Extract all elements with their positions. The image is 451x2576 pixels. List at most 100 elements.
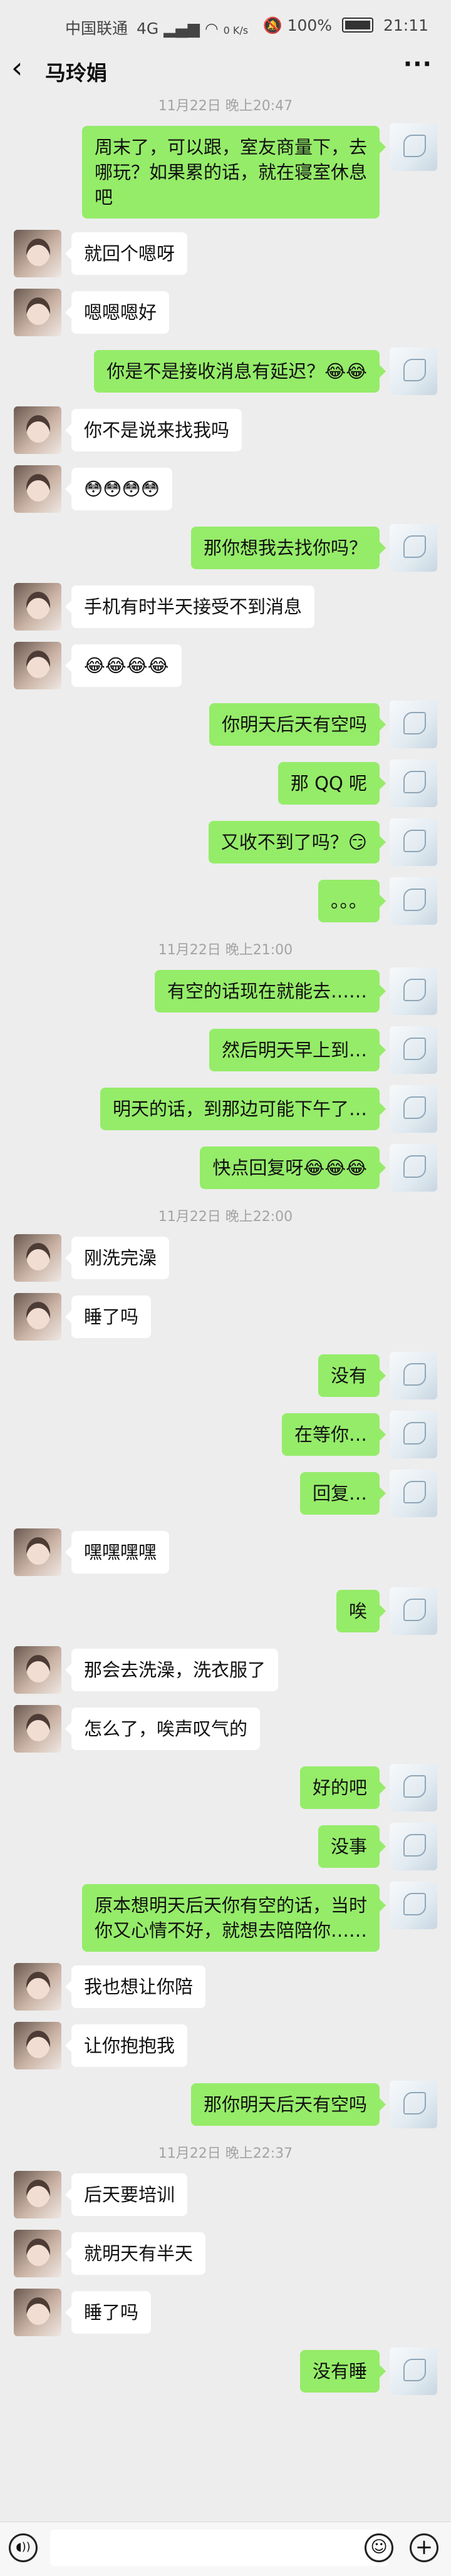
- status-bar: 中国联通 4G ▂▄▆ ◠ 0 K/s 🔕 100% 21:11: [0, 0, 451, 50]
- message-bubble[interactable]: 没有: [318, 1354, 386, 1397]
- contact-avatar[interactable]: [14, 583, 61, 631]
- message-bubble[interactable]: 那你明天后天有空吗: [190, 2083, 386, 2126]
- message-text: 刚洗完澡: [84, 1247, 157, 1269]
- message-row: 好的吧: [0, 1763, 451, 1819]
- message-bubble[interactable]: 你是不是接收消息有延迟？😂😂: [94, 350, 386, 393]
- message-row: 让你抱抱我: [0, 2021, 451, 2077]
- my-avatar[interactable]: [390, 701, 437, 748]
- message-bubble[interactable]: 嗯嗯嗯好: [65, 291, 170, 334]
- message-row: 睡了吗: [0, 1292, 451, 1348]
- contact-avatar[interactable]: [14, 1963, 61, 2011]
- contact-avatar[interactable]: [14, 406, 61, 454]
- message-bubble[interactable]: 没有睡: [299, 2350, 386, 2393]
- back-icon[interactable]: ‹: [11, 53, 23, 83]
- message-row: 😳😳😳😳: [0, 464, 451, 520]
- contact-avatar[interactable]: [14, 1234, 61, 1282]
- message-bubble[interactable]: 后天要培训: [65, 2173, 188, 2216]
- message-text: 原本想明天后天你有空的话，当时: [94, 1895, 367, 1916]
- message-bubble[interactable]: 睡了吗: [65, 2291, 152, 2334]
- message-text: 然后明天早上到…: [221, 1039, 367, 1061]
- message-text: 嗯嗯嗯好: [84, 302, 157, 323]
- mute-icon: 🔕: [262, 16, 283, 34]
- message-bubble[interactable]: 那会去洗澡，洗衣服了: [65, 1649, 279, 1691]
- message-bubble[interactable]: 唉: [336, 1590, 386, 1632]
- message-bubble[interactable]: 我也想让你陪: [65, 1965, 206, 2008]
- message-text: 嘿嘿嘿嘿: [84, 1542, 157, 1563]
- message-bubble[interactable]: 让你抱抱我: [65, 2024, 188, 2067]
- my-avatar[interactable]: [390, 967, 437, 1015]
- message-bubble[interactable]: 😂😂😂😂: [65, 644, 182, 687]
- my-avatar[interactable]: [390, 1411, 437, 1458]
- contact-avatar[interactable]: [14, 1528, 61, 1576]
- message-bubble[interactable]: 没事: [318, 1825, 386, 1868]
- message-bubble[interactable]: 😳😳😳😳: [65, 468, 172, 510]
- my-avatar[interactable]: [390, 123, 437, 171]
- message-bubble[interactable]: 就明天有半天: [65, 2232, 206, 2275]
- my-avatar[interactable]: [390, 1085, 437, 1133]
- message-bubble[interactable]: 那 QQ 呢: [277, 762, 386, 805]
- message-bubble[interactable]: 有空的话现在就能去……: [154, 970, 386, 1012]
- my-avatar[interactable]: [390, 1882, 437, 1929]
- message-bubble[interactable]: 回复…: [299, 1472, 386, 1515]
- message-list[interactable]: 11月22日 晚上20:47 周末了，可以跟，室友商量下，去 哪玩？如果累的话，就在…: [0, 91, 451, 2405]
- my-avatar[interactable]: [390, 1144, 437, 1192]
- more-options-icon[interactable]: ···: [403, 50, 432, 78]
- voice-icon[interactable]: ◖)): [9, 2533, 38, 2562]
- my-avatar[interactable]: [390, 877, 437, 925]
- message-row: 又收不到了吗？😏: [0, 817, 451, 873]
- message-bubble[interactable]: 然后明天早上到…: [209, 1029, 386, 1071]
- message-row: 那你想我去找你吗？: [0, 523, 451, 579]
- my-avatar[interactable]: [390, 2347, 437, 2395]
- message-row: 怎么了，唉声叹气的: [0, 1704, 451, 1760]
- message-bubble[interactable]: 原本想明天后天你有空的话，当时 你又心情不好，就想去陪陪你……: [81, 1884, 386, 1952]
- my-avatar[interactable]: [390, 1764, 437, 1811]
- message-bubble[interactable]: 你明天后天有空吗: [209, 703, 386, 746]
- my-avatar[interactable]: [390, 760, 437, 807]
- message-bubble[interactable]: 在等你…: [281, 1413, 386, 1456]
- contact-avatar[interactable]: [14, 2289, 61, 2336]
- my-avatar[interactable]: [390, 1587, 437, 1635]
- message-bubble[interactable]: 周末了，可以跟，室友商量下，去 哪玩？如果累的话，就在寝室休息吧: [81, 126, 386, 219]
- my-avatar[interactable]: [390, 818, 437, 866]
- my-avatar[interactable]: [390, 524, 437, 572]
- chat-header: ‹ 马玲娟 ···: [0, 50, 451, 89]
- message-bubble[interactable]: 刚洗完澡: [65, 1237, 170, 1279]
- message-row: 快点回复呀😂😂😂: [0, 1143, 451, 1199]
- contact-avatar[interactable]: [14, 642, 61, 689]
- contact-avatar[interactable]: [14, 1293, 61, 1341]
- my-avatar[interactable]: [390, 1352, 437, 1399]
- message-bubble[interactable]: 嘿嘿嘿嘿: [65, 1531, 170, 1574]
- message-bubble[interactable]: 怎么了，唉声叹气的: [65, 1708, 261, 1750]
- message-bubble[interactable]: 。。。: [318, 880, 386, 922]
- contact-avatar[interactable]: [14, 230, 61, 277]
- my-avatar[interactable]: [390, 1026, 437, 1074]
- message-bubble[interactable]: 明天的话，到那边可能下午了…: [100, 1088, 386, 1130]
- message-bubble[interactable]: 手机有时半天接受不到消息: [65, 585, 315, 628]
- contact-avatar[interactable]: [14, 1646, 61, 1694]
- message-bubble[interactable]: 快点回复呀😂😂😂: [200, 1146, 386, 1189]
- my-avatar[interactable]: [390, 2081, 437, 2128]
- message-bubble[interactable]: 你不是说来找我吗: [65, 409, 242, 451]
- contact-avatar[interactable]: [14, 289, 61, 336]
- contact-avatar[interactable]: [14, 2022, 61, 2069]
- contact-avatar[interactable]: [14, 1705, 61, 1753]
- contact-avatar[interactable]: [14, 465, 61, 513]
- message-bubble[interactable]: 就回个嗯呀: [65, 232, 188, 275]
- message-bubble[interactable]: 睡了吗: [65, 1296, 152, 1338]
- plus-icon[interactable]: +: [410, 2533, 438, 2562]
- my-avatar[interactable]: [390, 1823, 437, 1870]
- message-bubble[interactable]: 又收不到了吗？😏: [208, 821, 386, 863]
- message-bubble[interactable]: 好的吧: [299, 1766, 386, 1809]
- message-row: 😂😂😂😂: [0, 641, 451, 697]
- message-text: 怎么了，唉声叹气的: [84, 1718, 248, 1739]
- message-text: 睡了吗: [84, 2302, 139, 2323]
- my-avatar[interactable]: [390, 1470, 437, 1517]
- contact-avatar[interactable]: [14, 2171, 61, 2218]
- emoji-icon[interactable]: ☺: [365, 2533, 393, 2562]
- contact-avatar[interactable]: [14, 2230, 61, 2277]
- message-text: 那你明天后天有空吗: [203, 2094, 367, 2115]
- message-bubble[interactable]: 那你想我去找你吗？: [190, 527, 386, 569]
- message-text: 明天的话，到那边可能下午了…: [112, 1098, 367, 1120]
- message-input[interactable]: [50, 2530, 388, 2566]
- my-avatar[interactable]: [390, 348, 437, 395]
